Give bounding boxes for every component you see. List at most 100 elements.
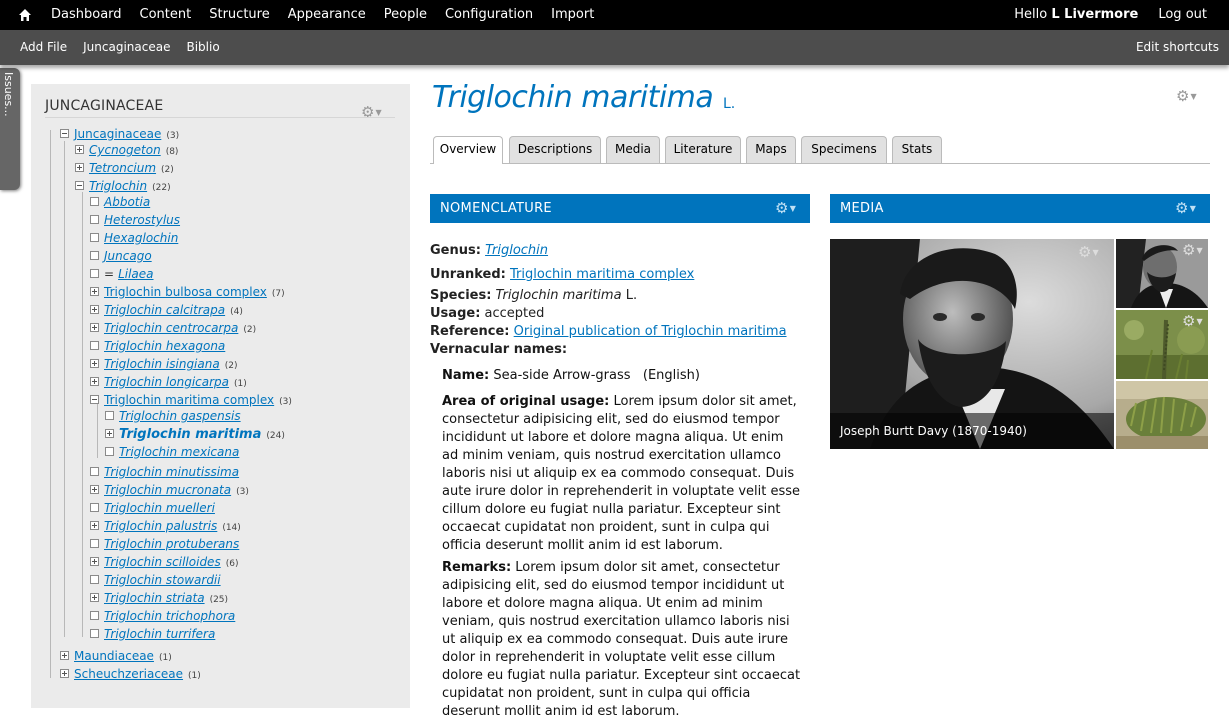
media-thumbnail-portrait[interactable]: ⚙▼ bbox=[1116, 239, 1208, 308]
shortcut-juncaginaceae[interactable]: Juncaginaceae bbox=[75, 30, 178, 64]
tab-overview[interactable]: Overview bbox=[433, 136, 503, 164]
unranked-label: Unranked: bbox=[430, 267, 506, 282]
collapse-icon[interactable] bbox=[90, 395, 99, 404]
tab-stats[interactable]: Stats bbox=[892, 136, 942, 163]
expand-icon[interactable] bbox=[90, 521, 99, 530]
collapse-icon[interactable] bbox=[60, 129, 69, 138]
unranked-link[interactable]: Triglochin maritima complex bbox=[510, 267, 694, 282]
tree-node-link[interactable]: Triglochin isingiana bbox=[104, 357, 220, 371]
issues-tab[interactable]: Issues... bbox=[0, 68, 20, 190]
user-greeting[interactable]: Hello L Livermore bbox=[1014, 0, 1138, 30]
tree-node-link[interactable]: Scheuchzeriaceae bbox=[74, 667, 183, 681]
tree-node-link[interactable]: Triglochin palustris bbox=[104, 519, 217, 533]
tree-node-trichophora: Triglochin trichophora bbox=[90, 608, 235, 624]
nomenclature-gear-icon[interactable]: ⚙▼ bbox=[775, 200, 801, 216]
edit-shortcuts-link[interactable]: Edit shortcuts bbox=[1136, 30, 1219, 64]
tab-maps[interactable]: Maps bbox=[746, 136, 796, 163]
tree-node-link[interactable]: Triglochin trichophora bbox=[104, 609, 235, 623]
expand-icon[interactable] bbox=[90, 323, 99, 332]
area-text: Lorem ipsum dolor sit amet, consectetur … bbox=[442, 394, 801, 553]
tree-node-count: (24) bbox=[266, 431, 285, 441]
menu-configuration[interactable]: Configuration bbox=[436, 0, 542, 30]
media-gear-icon[interactable]: ⚙▼ bbox=[1175, 200, 1201, 216]
tree-node-count: (22) bbox=[152, 183, 171, 193]
logout-link[interactable]: Log out bbox=[1158, 0, 1207, 30]
tree-node-link[interactable]: Triglochin maritima complex bbox=[104, 393, 274, 407]
tree-node-link[interactable]: Triglochin protuberans bbox=[104, 537, 239, 551]
tree-node-juncaginaceae: Juncaginaceae (3) bbox=[60, 126, 179, 142]
tree-node-link[interactable]: Triglochin scilloides bbox=[104, 555, 221, 569]
tree-node-link[interactable]: Triglochin minutissima bbox=[104, 465, 239, 479]
tab-specimens[interactable]: Specimens bbox=[801, 136, 887, 163]
tree-node-link[interactable]: Triglochin longicarpa bbox=[104, 375, 229, 389]
tree-node-link[interactable]: Triglochin calcitrapa bbox=[104, 303, 225, 317]
thumb-gear-icon[interactable]: ⚙▼ bbox=[1182, 313, 1208, 329]
leaf-icon bbox=[105, 447, 114, 456]
expand-icon[interactable] bbox=[90, 359, 99, 368]
expand-icon[interactable] bbox=[60, 651, 69, 660]
menu-structure[interactable]: Structure bbox=[200, 0, 278, 30]
tree-node-link[interactable]: Triglochin centrocarpa bbox=[104, 321, 238, 335]
expand-icon[interactable] bbox=[60, 669, 69, 678]
tree-node-gaspensis: Triglochin gaspensis bbox=[105, 408, 241, 424]
tree-node-link[interactable]: Triglochin bbox=[89, 179, 147, 193]
tab-literature[interactable]: Literature bbox=[665, 136, 741, 163]
shortcut-add-file[interactable]: Add File bbox=[12, 30, 75, 64]
tree-node-link[interactable]: Triglochin hexagona bbox=[104, 339, 225, 353]
tree-node-link[interactable]: Hexaglochin bbox=[104, 231, 178, 245]
menu-import[interactable]: Import bbox=[542, 0, 603, 30]
media-main-image[interactable]: ⚙▼ Joseph Burtt Davy (1870-1940) bbox=[830, 239, 1114, 449]
tree-node-calcitrapa: Triglochin calcitrapa (4) bbox=[90, 302, 243, 318]
tree-node-link[interactable]: Triglochin mexicana bbox=[119, 445, 239, 459]
media-item-gear-icon[interactable]: ⚙▼ bbox=[1078, 244, 1104, 260]
menu-people[interactable]: People bbox=[375, 0, 436, 30]
tree-node-link[interactable]: Triglochin gaspensis bbox=[119, 409, 241, 423]
expand-icon[interactable] bbox=[90, 377, 99, 386]
expand-icon[interactable] bbox=[90, 557, 99, 566]
expand-icon[interactable] bbox=[90, 287, 99, 296]
tree-node-link[interactable]: Triglochin muelleri bbox=[104, 501, 215, 515]
user-name[interactable]: L Livermore bbox=[1051, 7, 1138, 22]
expand-icon[interactable] bbox=[90, 305, 99, 314]
menu-appearance[interactable]: Appearance bbox=[279, 0, 375, 30]
remarks: Remarks: Lorem ipsum dolor sit amet, con… bbox=[442, 559, 802, 721]
expand-icon[interactable] bbox=[90, 593, 99, 602]
tree-node-minutissima: Triglochin minutissima bbox=[90, 464, 239, 480]
tree-node-link[interactable]: Heterostylus bbox=[104, 213, 180, 227]
reference-link[interactable]: Original publication of Triglochin marit… bbox=[514, 324, 787, 339]
tree-node-link[interactable]: Tetroncium bbox=[89, 161, 156, 175]
taxon-tabs: Overview Descriptions Media Literature M… bbox=[430, 136, 1210, 164]
thumb-gear-icon[interactable]: ⚙▼ bbox=[1182, 242, 1208, 258]
media-thumbnail-habitat[interactable] bbox=[1116, 381, 1208, 449]
species-label: Species: bbox=[430, 288, 492, 303]
page-gear-icon[interactable]: ⚙▼ bbox=[1176, 88, 1202, 104]
shortcut-biblio[interactable]: Biblio bbox=[178, 30, 227, 64]
tree-node-link[interactable]: Triglochin striata bbox=[104, 591, 205, 605]
tab-media[interactable]: Media bbox=[606, 136, 660, 163]
tree-node-link[interactable]: Triglochin maritima bbox=[119, 427, 261, 442]
expand-icon[interactable] bbox=[90, 485, 99, 494]
tree-node-link[interactable]: Abbotia bbox=[104, 195, 150, 209]
tree-node-link[interactable]: Triglochin bulbosa complex bbox=[104, 285, 267, 299]
menu-dashboard[interactable]: Dashboard bbox=[42, 0, 131, 30]
expand-icon[interactable] bbox=[105, 429, 114, 438]
tree-node-link[interactable]: Triglochin mucronata bbox=[104, 483, 231, 497]
home-icon[interactable] bbox=[18, 8, 32, 22]
user-menu: Hello L Livermore Log out bbox=[1014, 0, 1229, 30]
genus-row: Genus: Triglochin bbox=[430, 243, 548, 258]
tree-node-mucronata: Triglochin mucronata (3) bbox=[90, 482, 249, 498]
expand-icon[interactable] bbox=[75, 163, 84, 172]
genus-link[interactable]: Triglochin bbox=[485, 243, 548, 258]
tree-node-link[interactable]: Triglochin turrifera bbox=[104, 627, 215, 641]
tree-node-link[interactable]: Juncago bbox=[104, 249, 152, 263]
menu-content[interactable]: Content bbox=[131, 0, 201, 30]
tree-node-link[interactable]: Triglochin stowardii bbox=[104, 573, 221, 587]
tree-node-link[interactable]: Juncaginaceae bbox=[74, 127, 161, 141]
collapse-icon[interactable] bbox=[75, 181, 84, 190]
tree-node-link[interactable]: Lilaea bbox=[118, 267, 153, 281]
expand-icon[interactable] bbox=[75, 145, 84, 154]
media-thumbnail-plant[interactable]: ⚙▼ bbox=[1116, 310, 1208, 379]
tree-node-link[interactable]: Cycnogeton bbox=[89, 143, 161, 157]
tree-node-link[interactable]: Maundiaceae bbox=[74, 649, 154, 663]
tab-descriptions[interactable]: Descriptions bbox=[509, 136, 601, 163]
